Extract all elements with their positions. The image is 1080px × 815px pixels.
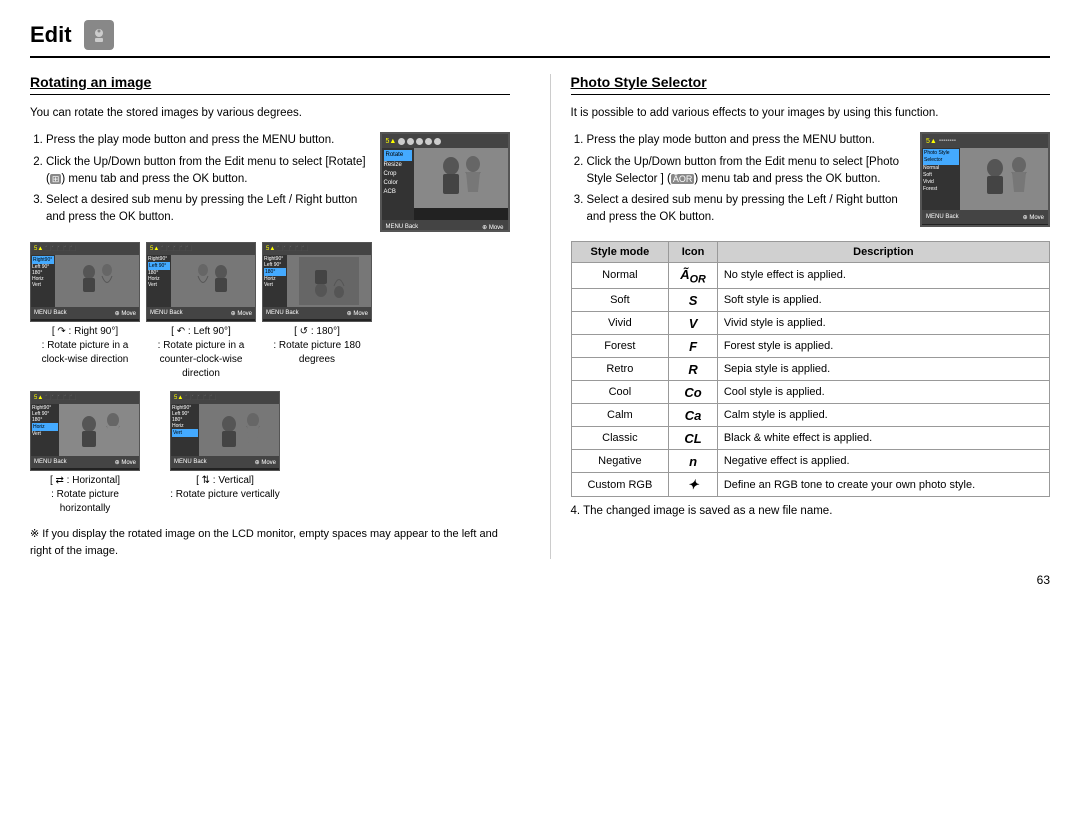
flip-vertical-item: 5▲ ⬛⬛⬛⬛⬛ Right90° Left 90° 180° Horiz Ve… — [170, 391, 280, 516]
right-intro: It is possible to add various effects to… — [571, 105, 1051, 122]
right-step-1: Press the play mode button and press the… — [587, 132, 909, 149]
rotate-180-item: 5▲ ⬛⬛⬛⬛⬛ Right90° Left 90° 180° Horiz Ve… — [262, 242, 372, 381]
right-steps-text: Press the play mode button and press the… — [571, 132, 909, 230]
step-1: Press the play mode button and press the… — [46, 132, 370, 149]
icon-negative: n — [669, 450, 718, 473]
right-screen-body: Photo Style Selector Normal Soft Vivid F… — [922, 148, 1048, 210]
rotate-180-label: [ ↺ : 180°]: Rotate picture 180 degrees — [262, 325, 372, 367]
right-screen-bottom: MENU Back ⊕ Move — [922, 210, 1048, 224]
icon-normal: ÃOR — [669, 262, 718, 289]
style-vivid: Vivid — [571, 312, 669, 335]
page-container: Edit Rotating an image You can rotate th… — [30, 20, 1050, 587]
icon-calm: Ca — [669, 404, 718, 427]
screen-top-bar: 5▲ — [382, 134, 508, 148]
rotate-options-row: 5▲ ⬛⬛⬛⬛⬛ Right90° Left 90° 180° Horiz Ve… — [30, 242, 510, 381]
desc-forest: Forest style is applied. — [717, 335, 1049, 358]
table-row: Retro R Sepia style is applied. — [571, 358, 1050, 381]
style-soft: Soft — [571, 289, 669, 312]
right-column: Photo Style Selector It is possible to a… — [550, 74, 1051, 559]
desc-soft: Soft style is applied. — [717, 289, 1049, 312]
desc-vivid: Vivid style is applied. — [717, 312, 1049, 335]
steps-text-block: Press the play mode button and press the… — [30, 132, 370, 232]
flip-horizontal-label: [ ⇄ : Horizontal]: Rotate picture horizo… — [30, 474, 140, 516]
step-2: Click the Up/Down button from the Edit m… — [46, 154, 370, 189]
flip-vertical-screen: 5▲ ⬛⬛⬛⬛⬛ Right90° Left 90° 180° Horiz Ve… — [170, 391, 280, 471]
right-steps-container: Press the play mode button and press the… — [571, 132, 1051, 230]
desc-calm: Calm style is applied. — [717, 404, 1049, 427]
rotate-right-label: [ ↷ : Right 90°]: Rotate picture in aclo… — [30, 325, 140, 367]
desc-classic: Black & white effect is applied. — [717, 427, 1049, 450]
photo-style-camera-screen: 5▲ ▪▪▪▪▪▪▪▪ Photo Style Selector Normal … — [920, 132, 1050, 227]
desc-custom-rgb: Define an RGB tone to create your own ph… — [717, 473, 1049, 497]
style-calm: Calm — [571, 404, 669, 427]
icon-vivid: V — [669, 312, 718, 335]
style-classic: Classic — [571, 427, 669, 450]
screen-bottom-bar: MENU Back ⊕ Move — [382, 220, 508, 232]
page-number: 63 — [30, 573, 1050, 587]
table-row: Soft S Soft style is applied. — [571, 289, 1050, 312]
rotate-180-screen: 5▲ ⬛⬛⬛⬛⬛ Right90° Left 90° 180° Horiz Ve… — [262, 242, 372, 322]
icon-retro: R — [669, 358, 718, 381]
right-screen-image — [960, 148, 1048, 210]
style-cool: Cool — [571, 381, 669, 404]
flip-options-row: 5▲ ⬛⬛⬛⬛⬛ Right90° Left 90° 180° Horiz Ve… — [30, 391, 510, 516]
rotate-left-screen: 5▲ ⬛⬛⬛⬛⬛ Right90° Left 90° 180° Horiz Ve… — [146, 242, 256, 322]
right-step-3: Select a desired sub menu by pressing th… — [587, 192, 909, 227]
rotate-left-label: [ ↶ : Left 90°]: Rotate picture in acoun… — [146, 325, 256, 381]
title-text: Edit — [30, 22, 72, 48]
rotate-left-item: 5▲ ⬛⬛⬛⬛⬛ Right90° Left 90° 180° Horiz Ve… — [146, 242, 256, 381]
desc-retro: Sepia style is applied. — [717, 358, 1049, 381]
style-normal: Normal — [571, 262, 669, 289]
left-note: ※ If you display the rotated image on th… — [30, 526, 510, 559]
step-3: Select a desired sub menu by pressing th… — [46, 192, 370, 227]
table-row: Forest F Forest style is applied. — [571, 335, 1050, 358]
rotate-camera-screen: 5▲ Rotate Resize Crop — [380, 132, 510, 232]
flip-horizontal-screen: 5▲ ⬛⬛⬛⬛⬛ Right90° Left 90° 180° Horiz Ve… — [30, 391, 140, 471]
rotate-right-item: 5▲ ⬛⬛⬛⬛⬛ Right90° Left 90° 180° Horiz Ve… — [30, 242, 140, 381]
style-forest: Forest — [571, 335, 669, 358]
style-mode-table: Style mode Icon Description Normal ÃOR N… — [571, 241, 1051, 498]
table-row: Classic CL Black & white effect is appli… — [571, 427, 1050, 450]
icon-custom-rgb: ✦ — [669, 473, 718, 497]
style-negative: Negative — [571, 450, 669, 473]
table-header-icon: Icon — [669, 241, 718, 262]
table-row: Normal ÃOR No style effect is applied. — [571, 262, 1050, 289]
left-column: Rotating an image You can rotate the sto… — [30, 74, 520, 559]
screen-body: Rotate Resize Crop Color ACB — [382, 148, 508, 220]
icon-classic: CL — [669, 427, 718, 450]
icon-soft: S — [669, 289, 718, 312]
screen-menu: Rotate Resize Crop Color ACB — [382, 148, 414, 220]
screen-image — [414, 148, 508, 208]
rotate-right-screen: 5▲ ⬛⬛⬛⬛⬛ Right90° Left 90° 180° Horiz Ve… — [30, 242, 140, 322]
desc-negative: Negative effect is applied. — [717, 450, 1049, 473]
right-step-2: Click the Up/Down button from the Edit m… — [587, 154, 909, 189]
table-row: Calm Ca Calm style is applied. — [571, 404, 1050, 427]
right-screen-top: 5▲ ▪▪▪▪▪▪▪▪ — [922, 134, 1048, 148]
flip-vertical-label: [ ⇅ : Vertical]: Rotate picture vertical… — [170, 474, 280, 502]
table-header-description: Description — [717, 241, 1049, 262]
left-intro: You can rotate the stored images by vari… — [30, 105, 510, 122]
table-row: Custom RGB ✦ Define an RGB tone to creat… — [571, 473, 1050, 497]
desc-cool: Cool style is applied. — [717, 381, 1049, 404]
right-screen-menu: Photo Style Selector Normal Soft Vivid F… — [922, 148, 960, 210]
page-title: Edit — [30, 20, 1050, 58]
icon-cool: Co — [669, 381, 718, 404]
steps-with-image: Press the play mode button and press the… — [30, 132, 510, 232]
flip-horizontal-item: 5▲ ⬛⬛⬛⬛⬛ Right90° Left 90° 180° Horiz Ve… — [30, 391, 140, 516]
table-row: Negative n Negative effect is applied. — [571, 450, 1050, 473]
table-row: Cool Co Cool style is applied. — [571, 381, 1050, 404]
style-custom-rgb: Custom RGB — [571, 473, 669, 497]
icon-forest: F — [669, 335, 718, 358]
edit-icon — [84, 20, 114, 50]
main-content: Rotating an image You can rotate the sto… — [30, 74, 1050, 559]
right-section-title: Photo Style Selector — [571, 74, 1051, 95]
changed-image-note: 4. The changed image is saved as a new f… — [571, 505, 1051, 517]
table-row: Vivid V Vivid style is applied. — [571, 312, 1050, 335]
table-header-style: Style mode — [571, 241, 669, 262]
desc-normal: No style effect is applied. — [717, 262, 1049, 289]
style-retro: Retro — [571, 358, 669, 381]
left-section-title: Rotating an image — [30, 74, 510, 95]
